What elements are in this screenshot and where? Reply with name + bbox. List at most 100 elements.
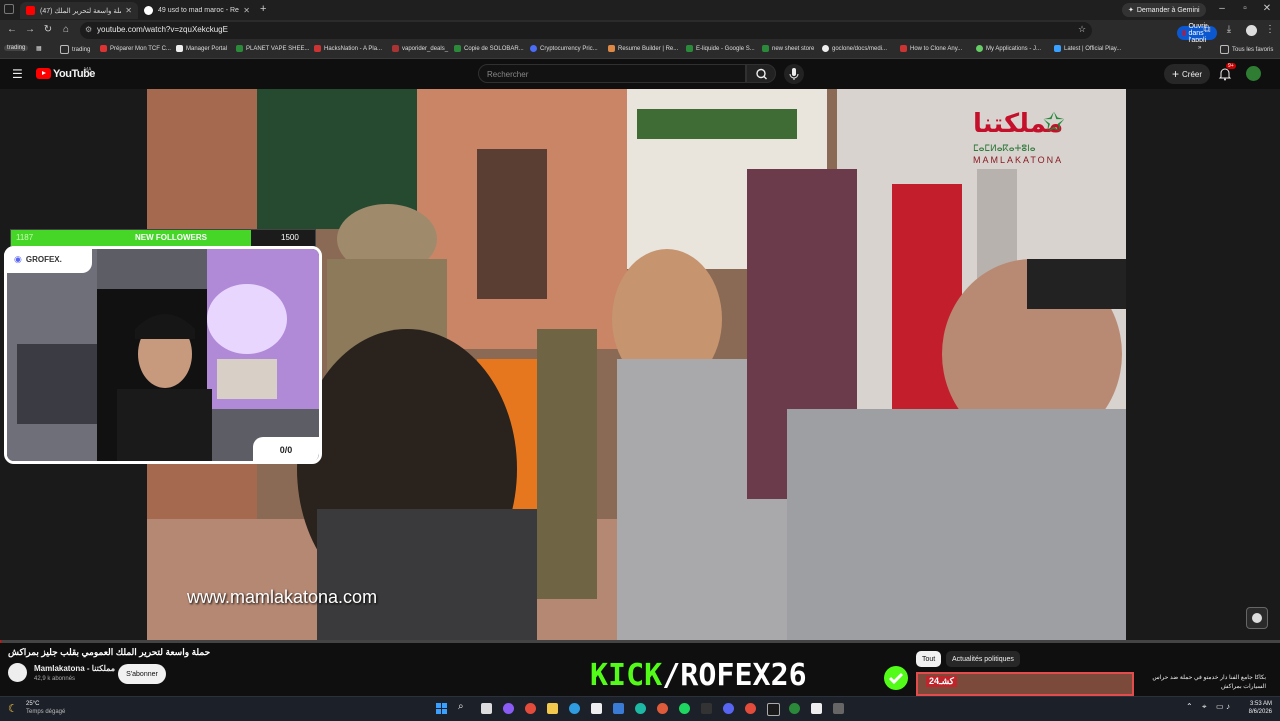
address-bar[interactable]: ⚙ youtube.com/watch?v=zquXekckugE Ouvrir… — [80, 22, 1218, 44]
related-video-thumbnail[interactable]: كشـ24 — [916, 672, 1134, 696]
discord-taskbar-icon[interactable] — [723, 703, 734, 714]
copilot-icon[interactable] — [503, 703, 514, 714]
file-explorer-icon[interactable] — [547, 703, 558, 714]
home-icon[interactable]: ⌂ — [59, 24, 73, 35]
bookmark-favicon — [392, 45, 399, 52]
miniplayer-button[interactable] — [1246, 607, 1268, 629]
tray-chevron-icon[interactable]: ⌃ — [1186, 702, 1193, 711]
tab-google-search[interactable]: 49 usd to mad maroc - Recherche ✕ — [138, 2, 256, 19]
location-icon[interactable]: ⌖ — [1202, 702, 1207, 712]
apps-grid-icon[interactable]: ▦ — [36, 45, 42, 52]
ask-gemini-button[interactable]: ✦ Demander à Gemini — [1122, 3, 1206, 17]
bookmark-item[interactable]: How to Clone Any... — [900, 45, 962, 52]
mail-icon[interactable] — [613, 703, 624, 714]
volume-icon[interactable]: ♪ — [1226, 702, 1230, 711]
video-progress-bar[interactable] — [0, 640, 1280, 643]
new-tab-button[interactable]: + — [260, 3, 266, 15]
profile-avatar[interactable] — [1246, 25, 1257, 36]
subscribe-button[interactable]: S'abonner — [118, 664, 166, 684]
tab-search-icon[interactable] — [4, 4, 14, 14]
app-icon[interactable] — [767, 703, 780, 716]
store-icon[interactable] — [591, 703, 602, 714]
app-icon[interactable] — [833, 703, 844, 714]
chrome-icon[interactable] — [525, 703, 536, 714]
bookmark-item[interactable]: My Applications - J... — [976, 45, 1041, 52]
weather-icon[interactable]: ☾ — [8, 702, 18, 715]
search-button[interactable] — [746, 64, 776, 83]
download-icon[interactable]: ⤓ — [1222, 24, 1236, 35]
extensions-icon[interactable]: ⧉ — [1200, 24, 1214, 35]
maximize-icon[interactable]: ▫ — [1235, 3, 1255, 14]
search-input[interactable] — [485, 67, 739, 82]
bookmark-item[interactable]: Cryptocurrency Pric... — [530, 45, 598, 52]
clock-date[interactable]: 8/6/2026 — [1238, 709, 1272, 715]
bookmark-item[interactable]: Préparer Mon TCF C... — [100, 45, 171, 52]
bookmark-item[interactable]: HacksNation - A Pla... — [314, 45, 382, 52]
subscriber-count: 42,9 k abonnés — [34, 676, 76, 682]
forward-icon[interactable]: → — [23, 24, 37, 35]
bookmark-item[interactable]: E-liquide - Google S... — [686, 45, 755, 52]
bookmark-favicon — [100, 45, 107, 52]
back-icon[interactable]: ← — [5, 24, 19, 35]
moroccan-star-icon: ✩ — [1043, 107, 1065, 137]
bookmark-label: Préparer Mon TCF C... — [110, 45, 171, 52]
reload-icon[interactable]: ↻ — [41, 24, 55, 35]
channel-name[interactable]: Mamlakatona - مملكتنا — [34, 664, 115, 673]
more-bookmarks-icon[interactable]: » — [1198, 45, 1201, 51]
weather-description[interactable]: Temps dégagé — [26, 709, 65, 715]
url-text[interactable]: youtube.com/watch?v=zquXekckugE — [97, 25, 228, 34]
bookmark-item[interactable]: Latest | Official Play... — [1054, 45, 1121, 52]
chrome-icon[interactable] — [745, 703, 756, 714]
spotify-icon[interactable] — [679, 703, 690, 714]
app-icon[interactable] — [789, 703, 800, 714]
all-bookmarks-folder[interactable]: Tous les favoris — [1220, 45, 1273, 54]
weather-temperature[interactable]: 25°C — [26, 701, 39, 707]
follower-goal-target: 1500 — [281, 233, 299, 242]
bookmark-favicon — [176, 45, 183, 52]
taskbar-search-icon[interactable]: ⌕ — [458, 701, 464, 712]
bookmark-item[interactable]: PLANET VAPE SHEE... — [236, 45, 309, 52]
close-window-icon[interactable]: ✕ — [1257, 3, 1277, 14]
bookmark-trading-badge[interactable]: trading — [4, 45, 29, 51]
bookmark-label: trading — [7, 45, 26, 51]
close-tab-icon[interactable]: ✕ — [125, 6, 132, 15]
tab-youtube[interactable]: (47) حملة واسعة لتحرير الملك... ✕ — [20, 2, 138, 19]
channel-avatar[interactable] — [8, 663, 27, 682]
folder-icon — [60, 45, 69, 54]
search-box[interactable] — [478, 64, 746, 83]
close-tab-icon[interactable]: ✕ — [243, 6, 250, 15]
site-info-icon[interactable]: ⚙ — [85, 25, 92, 34]
youtube-logo-icon[interactable] — [36, 68, 51, 79]
bookmark-folder-trading[interactable]: trading — [60, 45, 90, 54]
voice-search-button[interactable] — [784, 64, 804, 84]
app-icon[interactable] — [657, 703, 668, 714]
task-view-icon[interactable] — [481, 703, 492, 714]
display-icon[interactable]: ▭ — [1216, 702, 1224, 711]
app-icon[interactable] — [701, 703, 712, 714]
related-video-title[interactable]: بكاكا جامع الفنا دار خدمتو في حملة ضد حر… — [1138, 674, 1266, 692]
bookmark-label: PLANET VAPE SHEE... — [246, 45, 310, 52]
menu-kebab-icon[interactable]: ⋮ — [1263, 24, 1277, 35]
youtube-app-icon — [1183, 30, 1186, 36]
bookmark-item[interactable]: Resume Builder | Re... — [608, 45, 678, 52]
bookmark-star-icon[interactable]: ☆ — [1078, 24, 1086, 35]
minimize-icon[interactable]: – — [1212, 3, 1232, 14]
bookmark-item[interactable]: Manager Portal — [176, 45, 227, 52]
clock-time[interactable]: 3:53 AM — [1238, 701, 1272, 707]
app-icon[interactable] — [635, 703, 646, 714]
chip-all[interactable]: Tout — [916, 651, 942, 667]
kick-channel-banner: KICK/ROFEX26 — [590, 660, 807, 692]
notepad-icon[interactable] — [811, 703, 822, 714]
bookmark-item[interactable]: vaporider_deals_ — [392, 45, 448, 52]
edge-icon[interactable] — [569, 703, 580, 714]
notifications-bell-icon[interactable] — [1218, 67, 1232, 81]
chip-political-news[interactable]: Actualités politiques — [946, 651, 1020, 667]
create-button[interactable]: + Créer — [1164, 64, 1211, 84]
hamburger-menu-icon[interactable]: ☰ — [12, 67, 23, 81]
discord-icon: ◉ — [14, 254, 22, 264]
windows-start-icon[interactable] — [436, 703, 447, 714]
bookmark-item[interactable]: new sheet store — [762, 45, 814, 52]
account-avatar[interactable] — [1246, 66, 1261, 81]
bookmark-item[interactable]: Copie de SOLOBAR... — [454, 45, 524, 52]
bookmark-item[interactable]: goclone/docs/medi... — [822, 45, 887, 52]
